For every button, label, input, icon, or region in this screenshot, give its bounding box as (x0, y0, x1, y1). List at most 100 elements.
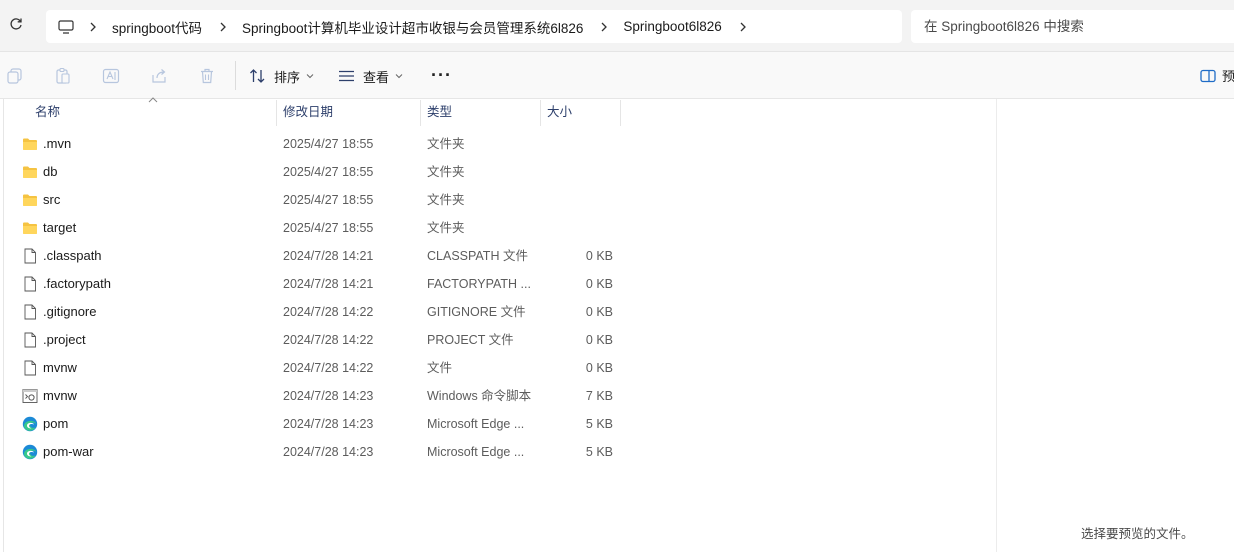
pane-left-border (3, 99, 4, 552)
column-header-size[interactable]: 大小 (547, 100, 572, 126)
preview-pane-icon (1200, 69, 1216, 82)
file-row[interactable]: pom 2024/7/28 14:23 Microsoft Edge ... 5 KB (14, 410, 620, 438)
file-modified: 2024/7/28 14:22 (283, 305, 374, 319)
column-header-modified[interactable]: 修改日期 (283, 100, 333, 126)
folder-icon (22, 136, 38, 152)
share-icon[interactable] (150, 67, 168, 85)
file-type: Microsoft Edge ... (427, 445, 525, 459)
file-name[interactable]: .factorypath (43, 270, 111, 298)
file-icon (22, 304, 38, 320)
file-icon (22, 332, 38, 348)
column-header-name[interactable]: 名称 (35, 100, 60, 126)
cmd-script-icon (22, 388, 38, 404)
file-modified: 2024/7/28 14:21 (283, 249, 374, 263)
column-header-type[interactable]: 类型 (427, 100, 452, 126)
copy-icon[interactable] (6, 67, 24, 85)
command-bar: 排序 查看 ··· 预 (0, 52, 1234, 99)
file-modified: 2024/7/28 14:22 (283, 333, 374, 347)
file-name[interactable]: .project (43, 326, 86, 354)
file-name[interactable]: target (43, 214, 76, 242)
file-row[interactable]: .factorypath 2024/7/28 14:21 FACTORYPATH .… (14, 270, 620, 298)
delete-icon[interactable] (198, 67, 216, 85)
file-name[interactable]: src (43, 186, 60, 214)
file-size: 0 KB (585, 277, 613, 291)
file-modified: 2024/7/28 14:23 (283, 445, 374, 459)
file-name[interactable]: db (43, 158, 57, 186)
file-size: 5 KB (585, 417, 613, 431)
file-icon (22, 360, 38, 376)
file-type: Windows 命令脚本 (427, 389, 532, 403)
file-type: FACTORYPATH ... (427, 277, 531, 291)
file-name[interactable]: pom (43, 410, 68, 438)
file-modified: 2024/7/28 14:23 (283, 417, 374, 431)
file-name[interactable]: .mvn (43, 130, 71, 158)
sort-label: 排序 (274, 69, 301, 85)
preview-pane-button[interactable]: 预 (1200, 66, 1234, 85)
file-type: 文件夹 (427, 221, 465, 235)
this-pc-icon[interactable] (58, 19, 74, 34)
column-divider[interactable] (276, 100, 277, 126)
file-size: 0 KB (585, 249, 613, 263)
file-modified: 2025/4/27 18:55 (283, 193, 374, 207)
address-box[interactable]: springboot代码 Springboot计算机毕业设计超市收银与会员管理系… (46, 10, 902, 43)
file-modified: 2024/7/28 14:22 (283, 361, 374, 375)
file-row[interactable]: pom-war 2024/7/28 14:23 Microsoft Edge ...… (14, 438, 620, 466)
file-row[interactable]: mvnw 2024/7/28 14:22 文件 0 KB (14, 354, 620, 382)
file-name[interactable]: mvnw (43, 382, 77, 410)
file-row[interactable]: db 2025/4/27 18:55 文件夹 (14, 158, 620, 186)
sort-button[interactable]: 排序 (249, 65, 314, 87)
file-type: 文件 (427, 361, 453, 375)
chevron-right-icon[interactable] (218, 21, 228, 33)
sort-ascending-icon (148, 97, 158, 103)
preview-pane-divider[interactable] (996, 99, 997, 552)
file-row[interactable]: src 2025/4/27 18:55 文件夹 (14, 186, 620, 214)
file-row[interactable]: .project 2024/7/28 14:22 PROJECT 文件 0 KB (14, 326, 620, 354)
file-name[interactable]: pom-war (43, 438, 94, 466)
file-modified: 2025/4/27 18:55 (283, 165, 374, 179)
refresh-icon[interactable] (8, 17, 24, 33)
chevron-right-icon[interactable] (599, 21, 609, 33)
file-row[interactable]: .classpath 2024/7/28 14:21 CLASSPATH 文件 0 K… (14, 242, 620, 270)
file-size: 0 KB (585, 361, 613, 375)
view-list-icon (339, 70, 354, 82)
preview-label: 预 (1222, 69, 1234, 84)
file-row[interactable]: .mvn 2025/4/27 18:55 文件夹 (14, 130, 620, 158)
preview-empty-message: 选择要预览的文件。 (1081, 527, 1194, 541)
paste-icon[interactable] (54, 67, 72, 85)
file-size: 7 KB (585, 389, 613, 403)
folder-icon (22, 164, 38, 180)
file-row[interactable]: .gitignore 2024/7/28 14:22 GITIGNORE 文件 0 K… (14, 298, 620, 326)
chevron-right-icon[interactable] (88, 21, 98, 33)
file-name[interactable]: .gitignore (43, 298, 96, 326)
file-name[interactable]: mvnw (43, 354, 77, 382)
breadcrumb-item[interactable]: springboot代码 (112, 17, 202, 37)
file-type: Microsoft Edge ... (427, 417, 525, 431)
rename-icon[interactable] (102, 67, 120, 85)
file-type: CLASSPATH 文件 (427, 249, 528, 263)
column-divider[interactable] (540, 100, 541, 126)
file-size: 0 KB (585, 305, 613, 319)
file-modified: 2024/7/28 14:21 (283, 277, 374, 291)
search-input[interactable]: 在 Springboot6l826 中搜索 (911, 10, 1234, 43)
file-size: 5 KB (585, 445, 613, 459)
file-name[interactable]: .classpath (43, 242, 102, 270)
breadcrumb-item[interactable]: Springboot计算机毕业设计超市收银与会员管理系统6l826 (242, 17, 583, 37)
chevron-right-icon[interactable] (738, 21, 748, 33)
edge-icon (22, 416, 38, 432)
file-type: PROJECT 文件 (427, 333, 514, 347)
file-size: 0 KB (585, 333, 613, 347)
sort-icon (250, 69, 265, 83)
chevron-down-icon (306, 74, 314, 79)
edge-icon (22, 444, 38, 460)
view-button[interactable]: 查看 (338, 65, 403, 87)
more-options-button[interactable]: ··· (431, 65, 452, 85)
breadcrumb-item[interactable]: Springboot6l826 (623, 19, 721, 34)
file-type: 文件夹 (427, 137, 465, 151)
file-row[interactable]: mvnw 2024/7/28 14:23 Windows 命令脚本 7 KB (14, 382, 620, 410)
column-divider[interactable] (420, 100, 421, 126)
file-type: GITIGNORE 文件 (427, 305, 526, 319)
folder-icon (22, 220, 38, 236)
address-bar-row: springboot代码 Springboot计算机毕业设计超市收银与会员管理系… (0, 0, 1234, 52)
file-row[interactable]: target 2025/4/27 18:55 文件夹 (14, 214, 620, 242)
column-divider[interactable] (620, 100, 621, 126)
